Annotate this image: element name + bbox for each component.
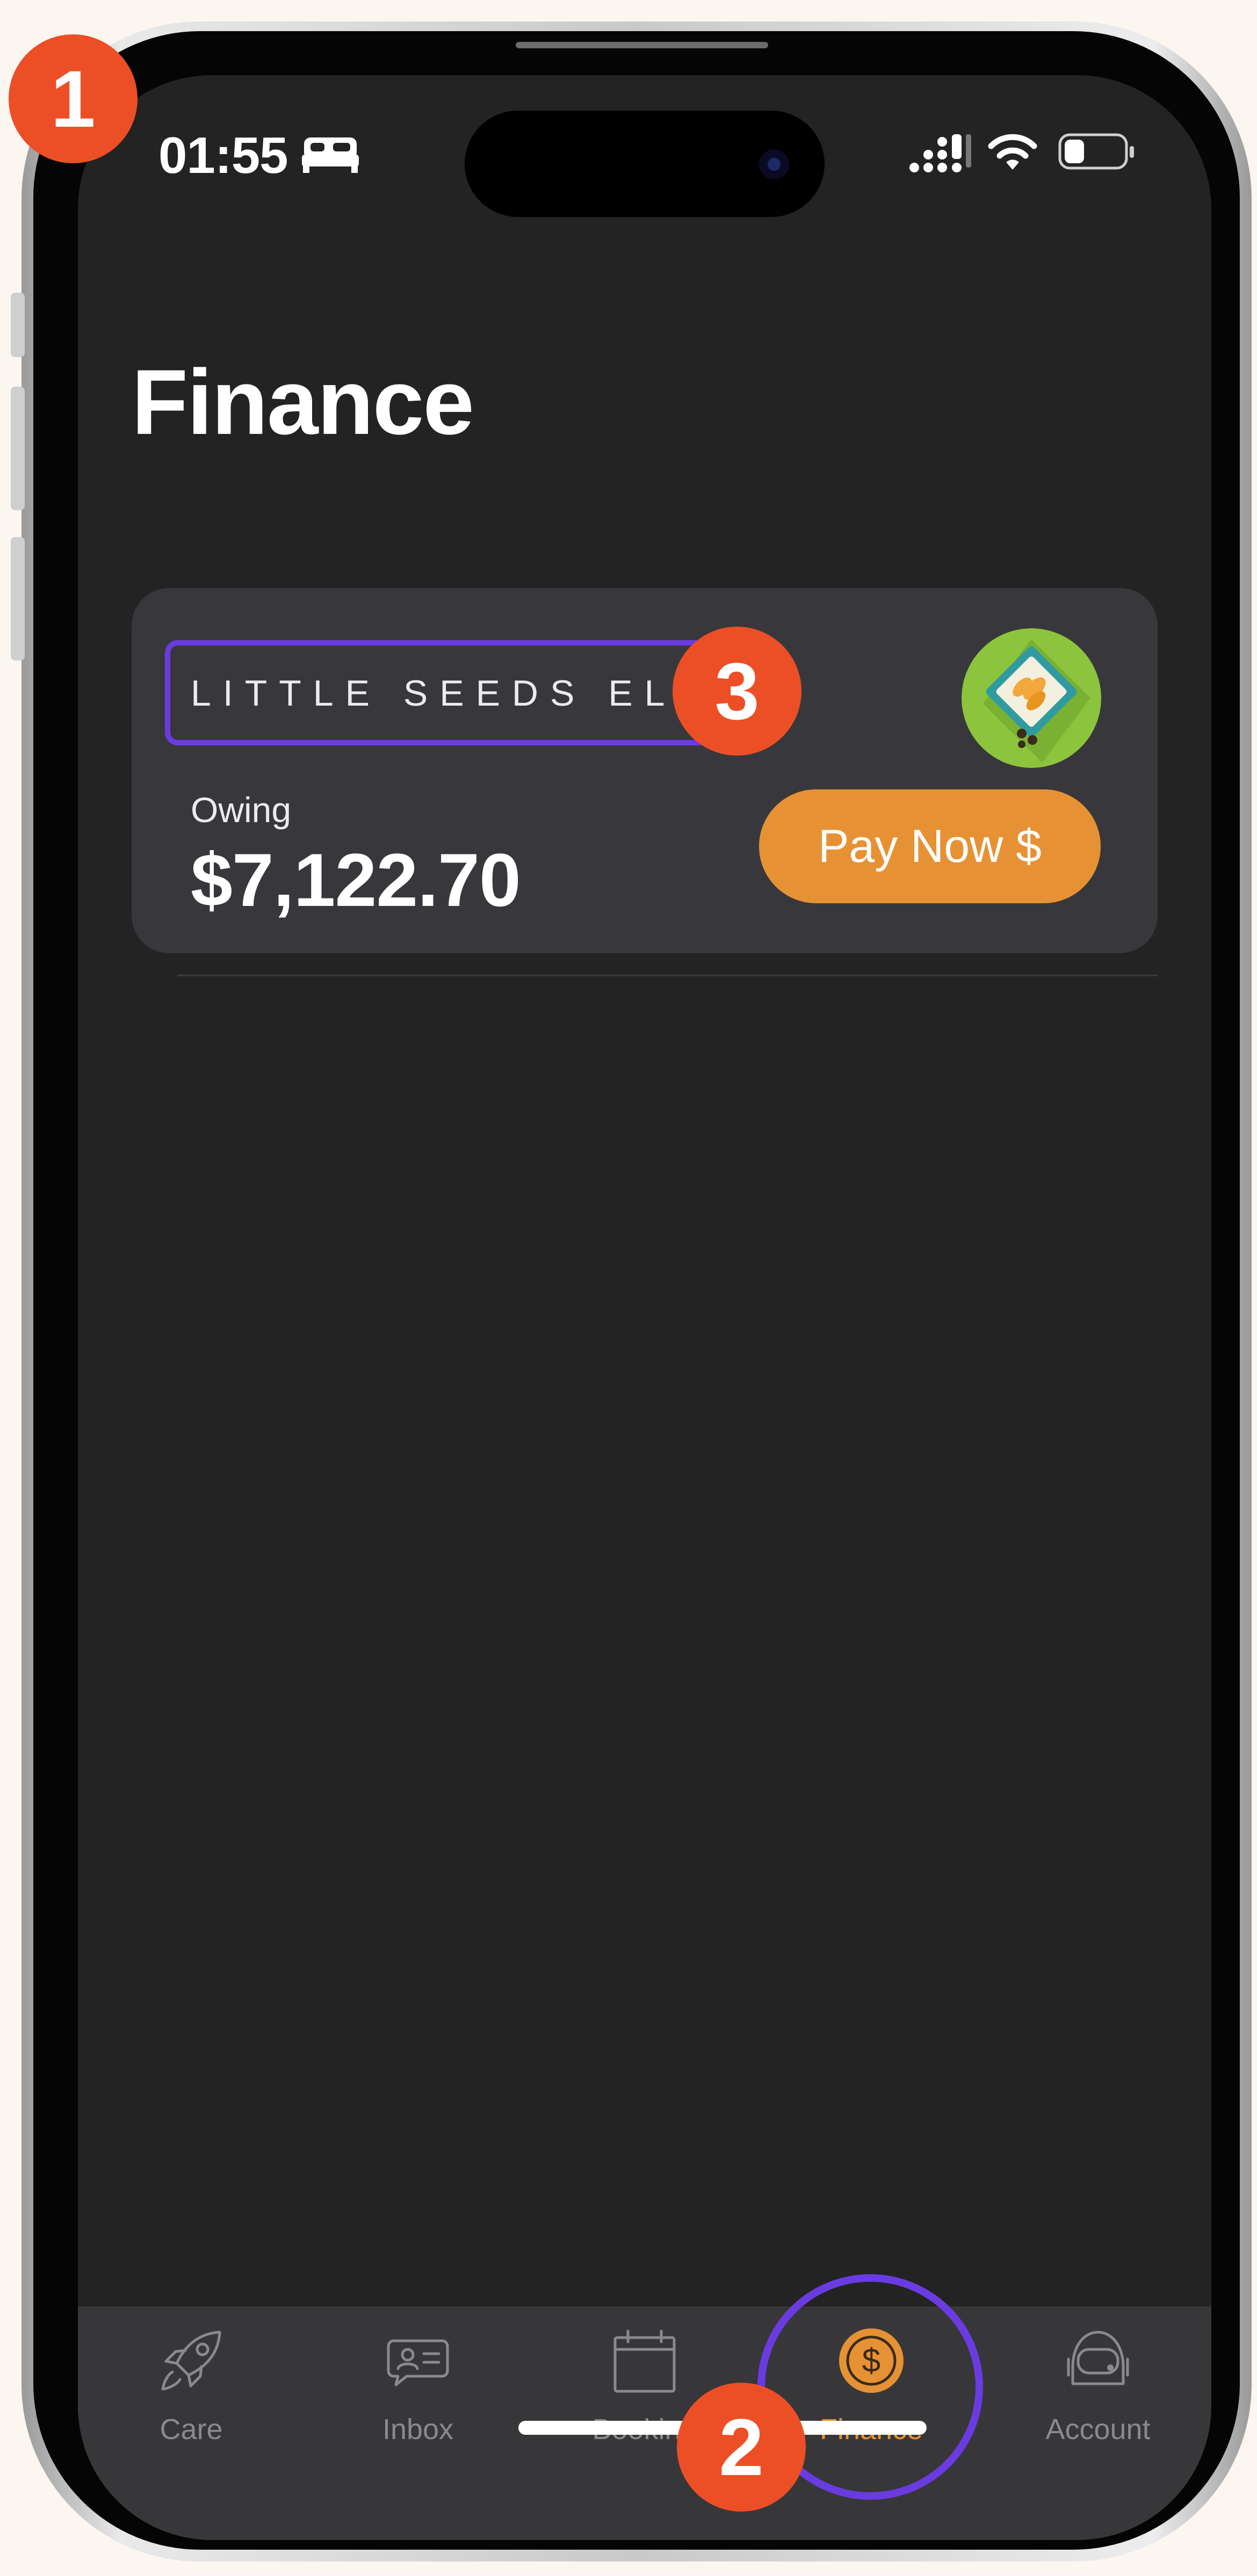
speaker-grille (516, 42, 768, 48)
astronaut-helmet-icon (1067, 2331, 1129, 2385)
tab-label: Inbox (382, 2413, 454, 2446)
annotation-badge-1: 1 (9, 34, 138, 163)
tab-label: Account (1045, 2413, 1151, 2446)
provider-logo-icon (962, 628, 1101, 768)
battery-icon (1058, 133, 1134, 170)
owing-label: Owing (191, 790, 292, 830)
page-title: Finance (132, 351, 474, 454)
tab-account[interactable]: Account (985, 2306, 1211, 2468)
side-button-mute (11, 293, 25, 357)
rocket-icon (161, 2331, 221, 2391)
tab-label: Care (160, 2413, 223, 2446)
pay-now-button[interactable]: Pay Now $ (759, 789, 1101, 903)
bed-icon (302, 137, 359, 173)
tab-inbox[interactable]: Inbox (305, 2306, 531, 2468)
contact-card-icon (387, 2339, 449, 2386)
tab-care[interactable]: Care (78, 2306, 305, 2468)
signal-icon (909, 134, 971, 172)
side-button-volume-down (11, 537, 25, 661)
annotation-highlight-provider (165, 640, 724, 745)
annotation-badge-3: 3 (673, 627, 801, 756)
list-divider (177, 975, 1158, 976)
app-screen: 01:55 Finance LITTLE SEEDS ELC Owing $7,… (78, 75, 1211, 2540)
wifi-icon (988, 134, 1037, 170)
annotation-badge-2: 2 (677, 2383, 806, 2512)
front-camera (759, 149, 789, 179)
status-time: 01:55 (158, 127, 288, 184)
side-button-volume-up (11, 387, 25, 510)
owing-amount: $7,122.70 (191, 838, 521, 922)
calendar-icon (613, 2330, 676, 2393)
